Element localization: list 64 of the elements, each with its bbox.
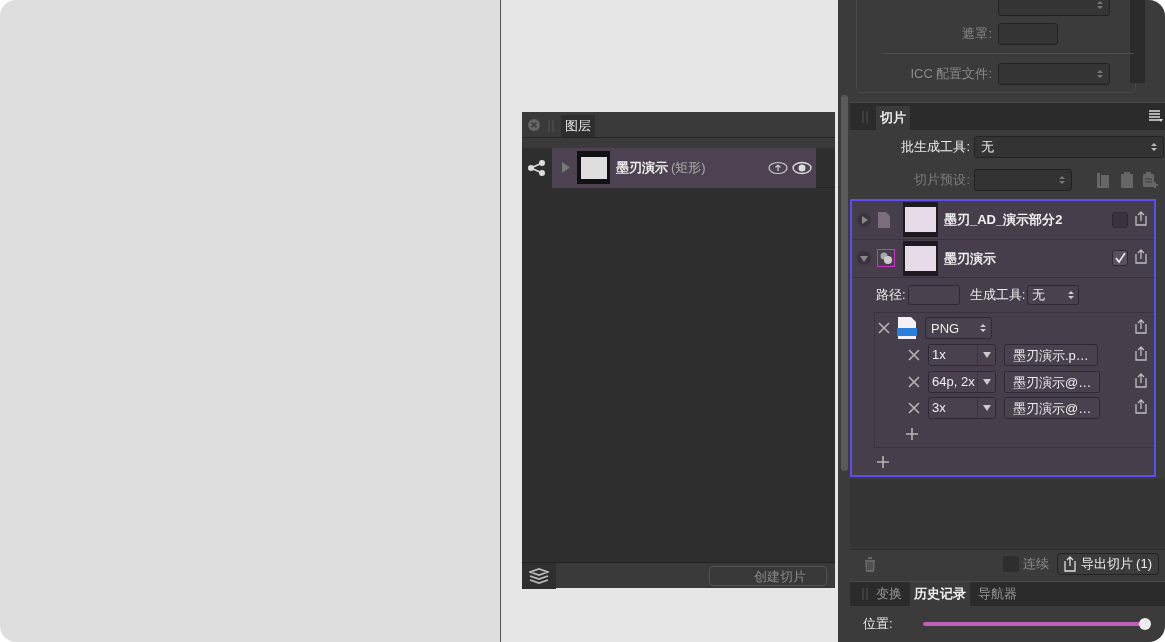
close-icon[interactable]	[878, 322, 890, 335]
stacked-layers-icon[interactable]	[529, 567, 549, 584]
image-file-icon	[897, 316, 917, 341]
input-field[interactable]	[998, 23, 1058, 45]
checkbox[interactable]	[1112, 211, 1128, 228]
field-label: 生成工具:	[969, 285, 1026, 304]
clipboard-icon[interactable]	[1120, 171, 1134, 189]
field-label: 批生成工具:	[900, 138, 970, 157]
filename-field[interactable]: 墨刃演示@…	[1004, 370, 1101, 393]
share-icon[interactable]	[1134, 210, 1148, 229]
layer-type: (矩形)	[671, 158, 706, 177]
checkbox-label: 连续	[1022, 555, 1049, 574]
clipboard-add-icon[interactable]	[1142, 171, 1158, 189]
panel-tab[interactable]: 变换	[872, 582, 906, 606]
stepper-arrows-icon	[1068, 289, 1075, 300]
stepper-arrows-icon	[1097, 69, 1103, 79]
scale-dropdown[interactable]: 64p, 2x	[928, 370, 996, 393]
layer-shapes-icon	[877, 249, 895, 268]
field-label: 切片预设:	[913, 171, 970, 190]
scale-dropdown[interactable]: 3x	[928, 397, 996, 420]
slice-thumbnail	[903, 240, 938, 276]
filename-field[interactable]: 墨刃演示@…	[1004, 397, 1101, 420]
close-icon[interactable]	[908, 348, 920, 361]
panel-tab[interactable]: 图层	[561, 115, 595, 137]
generator-dropdown[interactable]: 无	[1027, 284, 1080, 305]
stepper-arrows-icon	[1151, 142, 1157, 152]
stepper-arrows-icon	[1059, 175, 1065, 185]
slider-label: 位置:	[863, 615, 893, 634]
slice-name: 墨刃_AD_演示部分2	[944, 211, 1064, 229]
stepper-arrows-icon	[1097, 0, 1103, 10]
add-icon[interactable]	[877, 455, 889, 468]
close-icon[interactable]	[908, 375, 920, 388]
slice-thumbnail	[903, 202, 938, 238]
share-icon	[1063, 556, 1076, 572]
close-icon[interactable]	[908, 402, 920, 415]
field-label: 路径:	[876, 285, 906, 304]
panel-tab[interactable]: 导航器	[974, 582, 1021, 606]
add-icon[interactable]	[906, 428, 918, 441]
format-dropdown[interactable]: PNG	[925, 317, 992, 340]
menu-icon[interactable]	[1149, 110, 1163, 122]
layer-name: 墨刃演示	[616, 158, 668, 177]
stepper-arrows-icon	[980, 323, 986, 334]
checkbox[interactable]	[1112, 250, 1128, 267]
share-nodes-icon[interactable]	[528, 159, 546, 176]
layer-thumbnail	[577, 151, 610, 184]
layer-row[interactable]: 墨刃演示 (矩形)	[552, 147, 816, 188]
export-slices-button[interactable]: 导出切片 (1)	[1056, 553, 1159, 575]
field-label: ICC 配置文件:	[909, 65, 992, 84]
dropdown-arrow-icon	[982, 351, 991, 358]
filename-field[interactable]: 墨刃演示.p…	[1004, 343, 1098, 366]
field-label: 遮罩:	[961, 25, 992, 44]
panel-tab[interactable]: 切片	[876, 106, 910, 130]
share-icon[interactable]	[1134, 345, 1148, 364]
scrollbar-thumb[interactable]	[841, 95, 848, 471]
path-input-field[interactable]	[907, 284, 960, 305]
slice-name: 墨刃演示	[944, 249, 997, 268]
batch-generator-dropdown[interactable]: 无	[974, 136, 1164, 158]
checkmark-icon	[1114, 252, 1126, 265]
panel-tab[interactable]: 历史记录	[910, 582, 970, 606]
scale-dropdown[interactable]: 1x	[928, 343, 996, 366]
dropdown-arrow-icon	[982, 405, 991, 412]
eye-icon[interactable]	[792, 160, 812, 175]
dropdown-arrow-icon	[982, 378, 991, 385]
share-icon[interactable]	[1134, 372, 1148, 391]
